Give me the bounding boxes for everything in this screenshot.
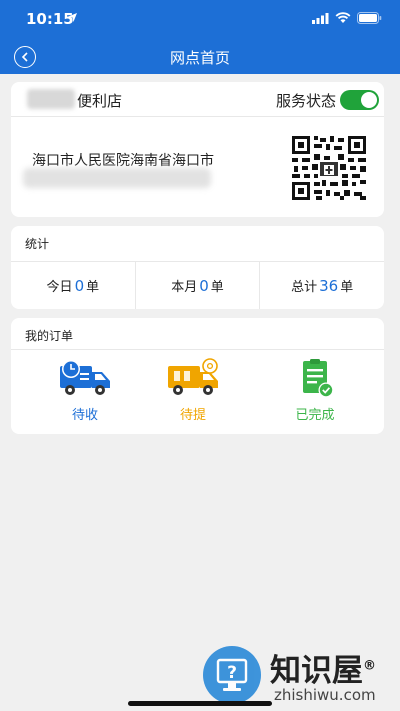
stat-value: 36: [319, 276, 339, 295]
stat-label: 今日: [46, 280, 73, 295]
stats-title: 统计: [25, 237, 50, 251]
signal-icon: [312, 12, 329, 24]
store-card: 便利店 服务状态 海口市人民医院海南省海口市: [11, 82, 384, 217]
stat-unit: 单: [340, 280, 354, 295]
watermark-url: zhishiwu.com: [274, 686, 376, 704]
orders-card: 我的订单 待收 待提 已完成: [11, 318, 384, 434]
nav-bar: 网点首页: [0, 40, 400, 74]
service-status-label: 服务状态: [275, 92, 336, 110]
stat-unit: 单: [86, 280, 100, 295]
truck-clock-icon: [60, 360, 110, 395]
service-status-toggle[interactable]: [340, 90, 379, 110]
stat-label: 本月: [171, 280, 198, 295]
toggle-knob: [361, 92, 377, 108]
home-indicator[interactable]: [128, 701, 272, 706]
order-label: 已完成: [295, 408, 335, 423]
redacted-address-detail: [23, 168, 211, 188]
stats-row: 今日 0 单 本月 0 单 总计 36 单: [11, 261, 384, 309]
battery-icon: [357, 12, 382, 24]
stat-month[interactable]: 本月 0 单: [136, 262, 261, 309]
stats-card: 统计 今日 0 单 本月 0 单 总计 36 单: [11, 226, 384, 309]
clipboard-check-icon: [303, 359, 334, 398]
order-pending-pickup[interactable]: 待提: [148, 358, 238, 423]
order-label: 待提: [179, 408, 206, 423]
order-completed[interactable]: 已完成: [270, 358, 360, 423]
stat-unit: 单: [210, 280, 224, 295]
orders-title: 我的订单: [25, 329, 74, 343]
stat-total[interactable]: 总计 36 单: [260, 262, 384, 309]
qr-code-icon[interactable]: [292, 136, 366, 200]
watermark-title: 知识屋®: [270, 653, 376, 689]
location-arrow-icon: [68, 13, 77, 22]
order-pending-receive[interactable]: 待收: [40, 358, 130, 423]
wifi-icon: [335, 12, 351, 23]
stat-label: 总计: [291, 280, 318, 295]
store-address: 海口市人民医院海南省海口市: [32, 153, 214, 169]
store-name: 便利店: [77, 92, 123, 110]
monitor-question-icon: ?: [216, 658, 248, 691]
registered-mark: ®: [363, 658, 376, 674]
truck-box-icon: [168, 358, 218, 395]
svg-text:?: ?: [227, 663, 237, 683]
status-time: 10:15: [26, 10, 74, 28]
orders-row: 待收 待提 已完成: [11, 349, 384, 434]
stat-today[interactable]: 今日 0 单: [11, 262, 136, 309]
page-title: 网点首页: [169, 49, 230, 67]
stat-value: 0: [199, 276, 209, 295]
stat-value: 0: [74, 276, 85, 295]
store-header: 便利店 服务状态: [11, 82, 384, 117]
status-bar: 10:15: [0, 0, 400, 40]
watermark-logo: ?: [203, 646, 261, 704]
status-icons: [312, 12, 382, 24]
redacted-store-name: [27, 89, 75, 109]
order-label: 待收: [71, 408, 98, 423]
